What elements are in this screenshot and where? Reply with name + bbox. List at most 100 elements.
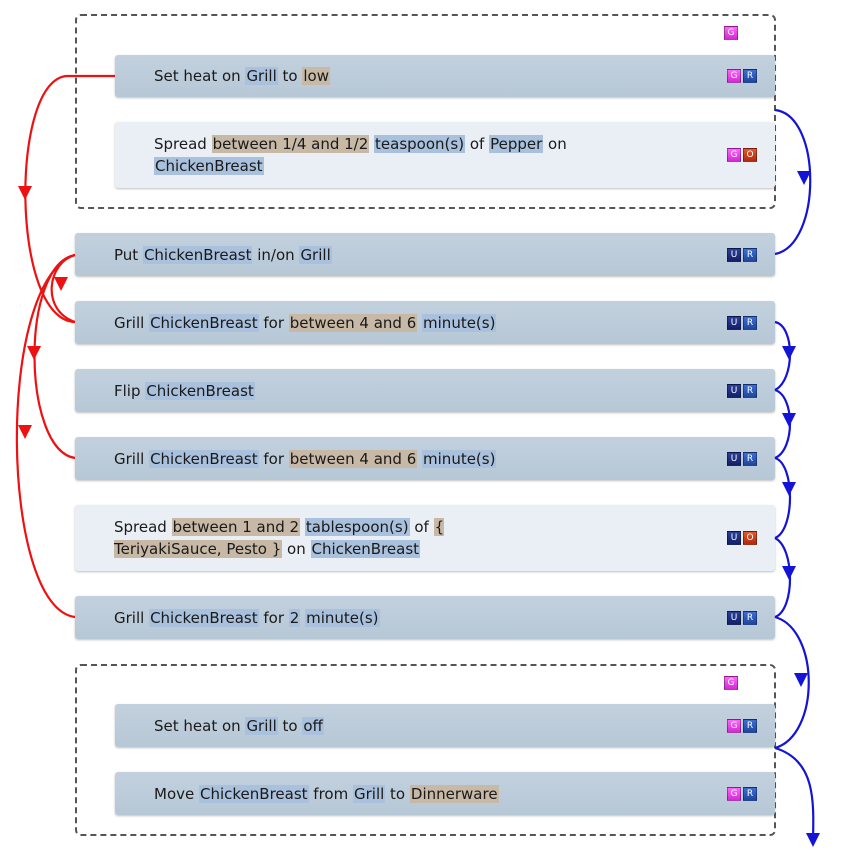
step-text: Grill ChickenBreast for 2 minute(s) xyxy=(114,607,380,629)
value-token: between 1/4 and 1/2 xyxy=(211,135,370,153)
step-badges: UR xyxy=(727,383,757,398)
object-token: Grill xyxy=(352,784,386,803)
object-token: ChickenBreast xyxy=(145,381,255,400)
object-token: teaspoon(s) xyxy=(374,135,466,153)
object-token: ChickenBreast xyxy=(149,608,259,627)
step-row[interactable]: Grill ChickenBreast for between 4 and 6 … xyxy=(75,301,775,344)
step-text: Spread between 1 and 2 tablespoon(s) of … xyxy=(114,516,454,560)
plain-text: from xyxy=(308,784,353,803)
step-row[interactable]: Grill ChickenBreast for between 4 and 6 … xyxy=(75,437,775,480)
badge-u-icon: U xyxy=(727,247,741,262)
sequence-arrow xyxy=(774,537,791,619)
plain-text: for xyxy=(258,313,289,332)
badge-u-icon: U xyxy=(727,531,741,545)
dependency-arrowheads xyxy=(18,186,68,439)
step-row[interactable]: Set heat on Grill to off G R xyxy=(115,704,775,747)
step-row[interactable]: Spread between 1/4 and 1/2 teaspoon(s) o… xyxy=(115,122,775,188)
sequence-arrowheads xyxy=(782,171,820,847)
object-token: ChickenBreast xyxy=(149,449,259,468)
object-token: ChickenBreast xyxy=(310,540,421,558)
object-token: ChickenBreast xyxy=(142,245,253,264)
plain-text: Grill xyxy=(114,449,150,468)
plain-text: to xyxy=(277,716,303,735)
badge-r-icon: R xyxy=(743,610,757,625)
group-badges-2: G xyxy=(724,676,738,690)
step-badges: UR xyxy=(727,247,757,262)
value-token: between 1 and 2 xyxy=(171,518,301,536)
badge-g-icon: G xyxy=(727,718,741,733)
step-row[interactable]: Flip ChickenBreast U R xyxy=(75,369,775,412)
badge-g-icon: G xyxy=(727,148,741,162)
badge-r-icon: R xyxy=(743,451,757,466)
badge-r-icon: R xyxy=(743,383,757,398)
arrowhead-icon xyxy=(27,346,41,360)
arrowhead-icon xyxy=(806,833,820,847)
step-badges: GO xyxy=(727,148,757,162)
step-badges: UO xyxy=(727,531,757,545)
step-badges: UR xyxy=(727,610,757,625)
step-text: Grill ChickenBreast for between 4 and 6 … xyxy=(114,312,497,334)
plain-text: of xyxy=(409,518,434,536)
step-badges: GR xyxy=(727,718,757,733)
badge-g-icon: G xyxy=(727,69,741,83)
badge-r-icon: R xyxy=(743,718,757,733)
arrowhead-icon xyxy=(782,482,796,496)
sequence-arrow xyxy=(774,320,792,391)
sequence-arrows xyxy=(774,108,815,841)
arrowhead-icon xyxy=(54,277,68,291)
dependency-arrow xyxy=(50,253,76,324)
arrowhead-icon xyxy=(797,171,811,185)
step-row[interactable]: Move ChickenBreast from Grill to Dinnerw… xyxy=(115,772,775,815)
object-token: Grill xyxy=(245,67,278,85)
plain-text: to xyxy=(385,784,410,803)
step-badges: UR xyxy=(727,451,757,466)
sequence-arrow xyxy=(774,456,791,540)
object-token: off xyxy=(302,716,324,735)
badge-o-icon: O xyxy=(743,148,757,162)
object-token: Grill xyxy=(245,716,278,735)
step-text: Move ChickenBreast from Grill to Dinnerw… xyxy=(154,783,499,805)
group-badges-1: G xyxy=(724,26,738,40)
badge-g-icon: G xyxy=(724,26,738,40)
step-text: Spread between 1/4 and 1/2 teaspoon(s) o… xyxy=(154,133,574,177)
sequence-arrow xyxy=(774,746,815,841)
step-text: Put ChickenBreast in/on Grill xyxy=(114,244,332,266)
arrowhead-icon xyxy=(782,566,796,580)
plain-text: Spread xyxy=(114,518,172,536)
badge-u-icon: U xyxy=(727,610,741,625)
plain-text: Put xyxy=(114,245,143,264)
dependency-arrow xyxy=(15,253,76,619)
sequence-arrow xyxy=(774,615,810,750)
badge-o-icon: O xyxy=(743,531,757,545)
step-row[interactable]: Put ChickenBreast in/on Grill U R xyxy=(75,233,775,276)
step-text: Set heat on Grill to low xyxy=(154,65,330,87)
step-text: Grill ChickenBreast for between 4 and 6 … xyxy=(114,448,497,470)
plain-text: Grill xyxy=(114,608,150,627)
badge-u-icon: U xyxy=(727,315,741,330)
arrowhead-icon xyxy=(18,186,32,200)
step-badges: GR xyxy=(727,786,757,801)
badge-u-icon: U xyxy=(727,383,741,398)
badge-u-icon: U xyxy=(727,451,741,466)
badge-g-icon: G xyxy=(727,786,741,801)
step-row[interactable]: Grill ChickenBreast for 2 minute(s) U R xyxy=(75,596,775,639)
sequence-arrow xyxy=(774,388,792,460)
value-token: between 4 and 6 xyxy=(288,313,418,332)
badge-r-icon: R xyxy=(743,315,757,330)
step-row[interactable]: Set heat on Grill to low G R xyxy=(115,55,775,97)
plain-text: Set heat on xyxy=(154,67,246,85)
object-token: ChickenBreast xyxy=(149,313,259,332)
object-token: ChickenBreast xyxy=(199,784,309,803)
dependency-arrow xyxy=(33,253,76,460)
badge-r-icon: R xyxy=(743,247,757,262)
badge-r-icon: R xyxy=(743,69,757,83)
value-token: Dinnerware xyxy=(409,784,499,803)
plain-text: Move xyxy=(154,784,199,803)
arrowhead-icon xyxy=(782,413,796,427)
step-badges: GR xyxy=(727,69,757,83)
plain-text: on xyxy=(282,540,311,558)
arrowhead-icon xyxy=(794,673,808,687)
object-token: ChickenBreast xyxy=(154,157,264,175)
plain-text: for xyxy=(258,449,289,468)
step-row[interactable]: Spread between 1 and 2 tablespoon(s) of … xyxy=(75,505,775,571)
